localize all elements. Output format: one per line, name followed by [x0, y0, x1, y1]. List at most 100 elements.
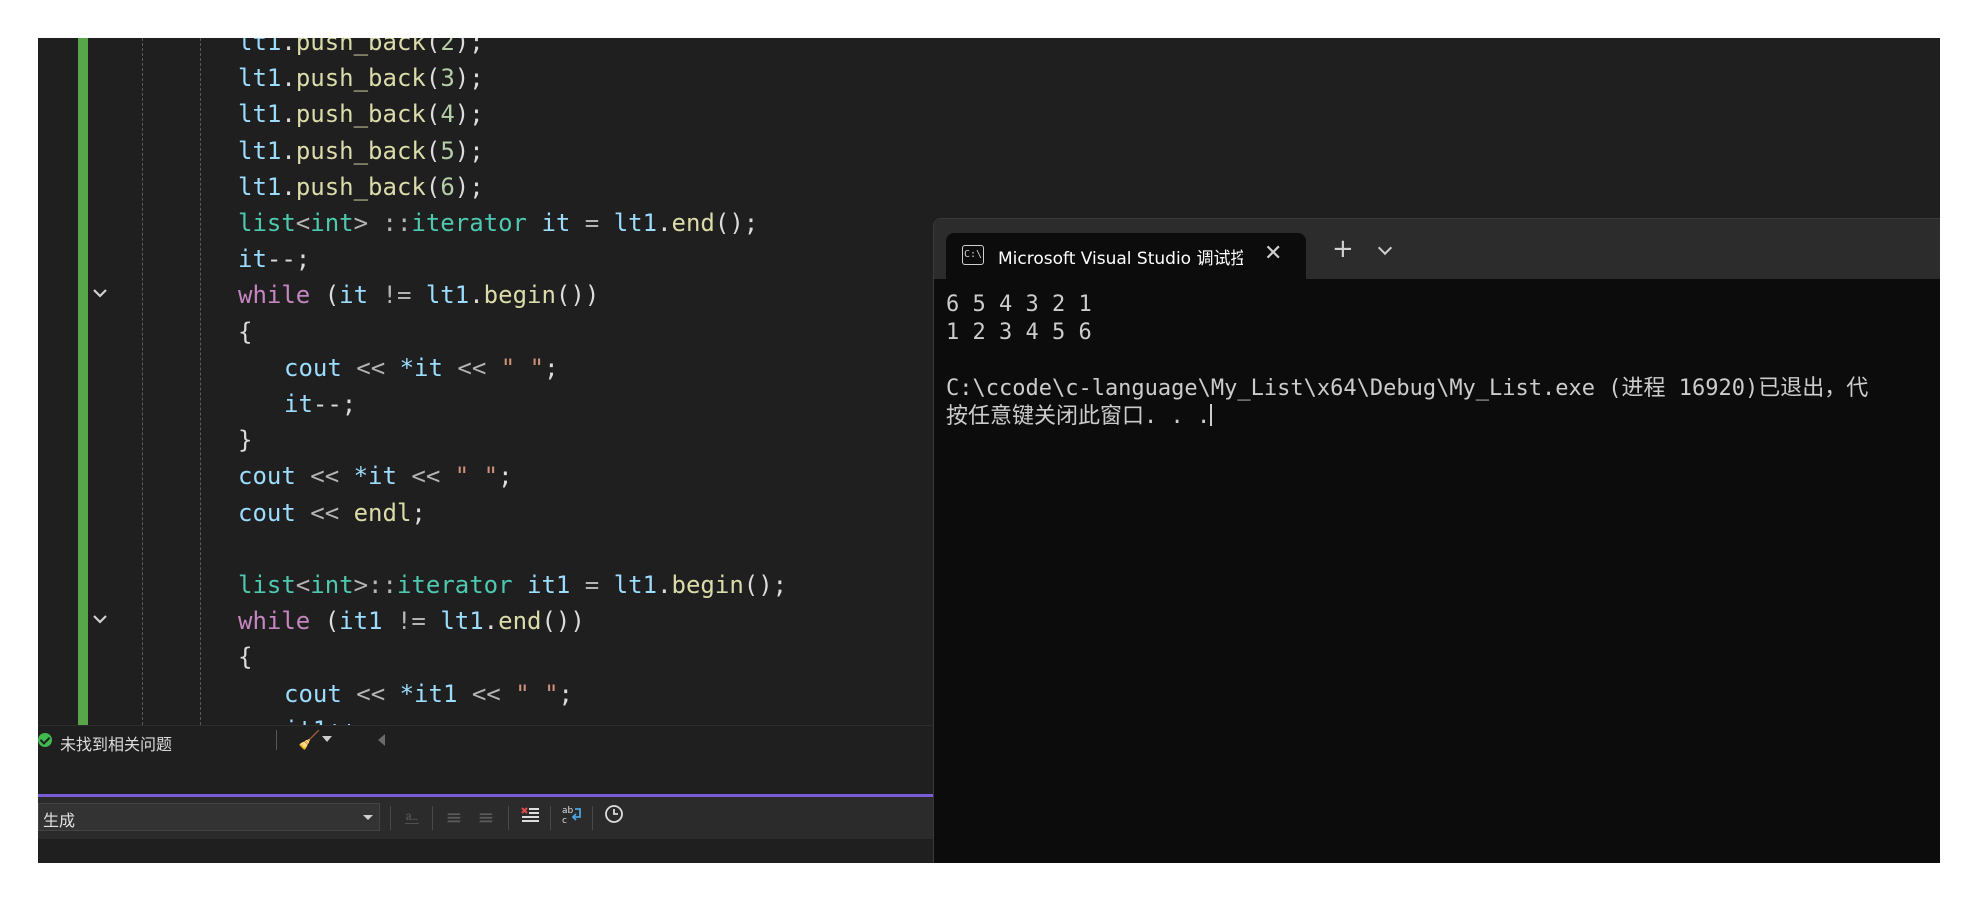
code-token: ;: [558, 679, 573, 708]
code-line[interactable]: cout << *it1 << " ";: [38, 676, 933, 712]
code-token: lt1: [238, 136, 282, 165]
scroll-left-arrow-icon[interactable]: [378, 734, 385, 746]
output-source-select[interactable]: 生成: [38, 803, 380, 831]
code-line[interactable]: }: [38, 422, 933, 458]
history-icon[interactable]: [600, 803, 628, 831]
terminal-tab-bar: C:\ Microsoft Visual Studio 调试控 ✕ +: [934, 219, 1940, 279]
output-toolbar: 生成 ⎁ ≡ ≡ ab c: [38, 797, 933, 839]
code-line[interactable]: it1++;: [38, 712, 933, 725]
code-token: (: [310, 281, 340, 310]
code-token: <<: [341, 679, 400, 708]
code-line[interactable]: list<int> ::iterator it = lt1.end();: [38, 205, 933, 241]
code-line[interactable]: cout << *it << " ";: [38, 350, 933, 386]
code-token: {: [238, 317, 253, 346]
code-token: " ": [515, 679, 559, 708]
code-editor[interactable]: lt1.push_back(2); lt1.push_back(3); lt1.pu…: [38, 38, 933, 725]
code-line[interactable]: {: [38, 639, 933, 675]
code-token: (: [425, 136, 441, 165]
code-line[interactable]: lt1.push_back(5);: [38, 133, 933, 169]
code-line[interactable]: lt1.push_back(6);: [38, 169, 933, 205]
brush-icon[interactable]: 🧹: [298, 730, 320, 751]
fold-chevron-icon[interactable]: [90, 609, 110, 629]
code-token: --;: [266, 245, 311, 274]
code-text: lt1.push_back(3);: [238, 64, 484, 92]
code-token: push_back: [295, 136, 426, 165]
code-token: (: [425, 38, 441, 56]
code-token: <: [295, 571, 311, 599]
terminal-window[interactable]: C:\ Microsoft Visual Studio 调试控 ✕ + 6 5 …: [933, 218, 1940, 863]
chevron-down-icon[interactable]: [322, 736, 332, 742]
code-line[interactable]: list<int>::iterator it1 = lt1.begin();: [38, 567, 933, 603]
go-to-error-icon[interactable]: ⎁: [398, 803, 426, 831]
code-token: lt1: [238, 172, 282, 201]
code-line[interactable]: lt1.push_back(2);: [38, 38, 933, 60]
code-line[interactable]: while (it1 != lt1.end()): [38, 603, 933, 639]
terminal-tab[interactable]: C:\ Microsoft Visual Studio 调试控 ✕: [946, 233, 1306, 279]
code-line[interactable]: [38, 531, 933, 567]
clear-all-icon[interactable]: [516, 803, 544, 831]
code-token: ();: [714, 209, 759, 237]
code-token: int: [310, 209, 354, 237]
issues-status-text[interactable]: 未找到相关问题: [60, 731, 172, 755]
chevron-down-icon: [363, 815, 373, 820]
code-token: 2: [440, 38, 455, 56]
code-line[interactable]: cout << *it << " ";: [38, 458, 933, 494]
terminal-line: C:\ccode\c-language\My_List\x64\Debug\My…: [946, 375, 1940, 403]
code-token: push_back: [295, 100, 426, 129]
chevron-down-icon[interactable]: [1377, 240, 1393, 256]
code-token: .: [469, 281, 484, 310]
code-token: --;: [312, 390, 357, 418]
code-token: it1: [512, 571, 571, 599]
close-icon[interactable]: ✕: [1264, 241, 1282, 266]
new-tab-plus-icon[interactable]: +: [1332, 236, 1354, 262]
code-token: .: [281, 100, 296, 129]
code-text: {: [238, 318, 252, 346]
code-token: endl: [353, 498, 412, 527]
terminal-line-text: 6 5 4 3 2 1: [946, 292, 1092, 317]
code-token: push_back: [295, 64, 426, 93]
code-token: > ::: [353, 209, 412, 237]
code-text: lt1.push_back(4);: [238, 100, 484, 128]
code-token: {: [238, 643, 253, 672]
code-line[interactable]: {: [38, 314, 933, 350]
panel-splitter[interactable]: [38, 754, 933, 796]
prev-message-icon[interactable]: ≡: [440, 803, 468, 831]
terminal-output[interactable]: 6 5 4 3 2 1 1 2 3 4 5 6 C:\ccode\c-languag…: [946, 291, 1940, 431]
console-icon: C:\: [962, 245, 984, 265]
code-token: cout: [284, 353, 342, 382]
code-line[interactable]: it--;: [38, 241, 933, 277]
code-token: cout: [284, 679, 342, 708]
code-token: it: [339, 281, 369, 310]
code-token: .: [281, 64, 296, 93]
code-token: lt1: [238, 38, 282, 56]
toolbar-divider: [432, 806, 433, 830]
code-token: <: [295, 209, 311, 237]
code-token: <<: [442, 353, 501, 382]
code-text: cout << *it << " ";: [238, 462, 513, 490]
code-token: );: [454, 136, 484, 165]
fold-chevron-icon[interactable]: [90, 283, 110, 303]
code-text: cout << endl;: [238, 499, 426, 527]
code-text: it--;: [284, 390, 356, 418]
code-token: begin: [671, 571, 744, 599]
code-token: it: [284, 390, 313, 418]
code-token: );: [454, 172, 484, 201]
code-line[interactable]: lt1.push_back(4);: [38, 96, 933, 132]
code-token: .: [483, 607, 499, 636]
terminal-line: 1 2 3 4 5 6: [946, 319, 1940, 347]
code-line[interactable]: while (it != lt1.begin()): [38, 277, 933, 313]
terminal-tab-title: Microsoft Visual Studio 调试控: [998, 249, 1243, 269]
code-text: lt1.push_back(5);: [238, 137, 484, 165]
word-wrap-icon[interactable]: ab c: [558, 803, 586, 831]
code-line[interactable]: it--;: [38, 386, 933, 422]
code-line[interactable]: cout << endl;: [38, 495, 933, 531]
code-token: ();: [743, 571, 788, 599]
code-line[interactable]: lt1.push_back(3);: [38, 60, 933, 96]
code-token: ;: [411, 498, 426, 527]
svg-text:ab: ab: [562, 806, 574, 816]
code-token: cout: [238, 498, 296, 527]
code-text: it1++;: [284, 716, 371, 725]
output-source-value: 生成: [43, 811, 76, 830]
next-message-icon[interactable]: ≡: [472, 803, 500, 831]
code-token: (: [310, 607, 340, 636]
